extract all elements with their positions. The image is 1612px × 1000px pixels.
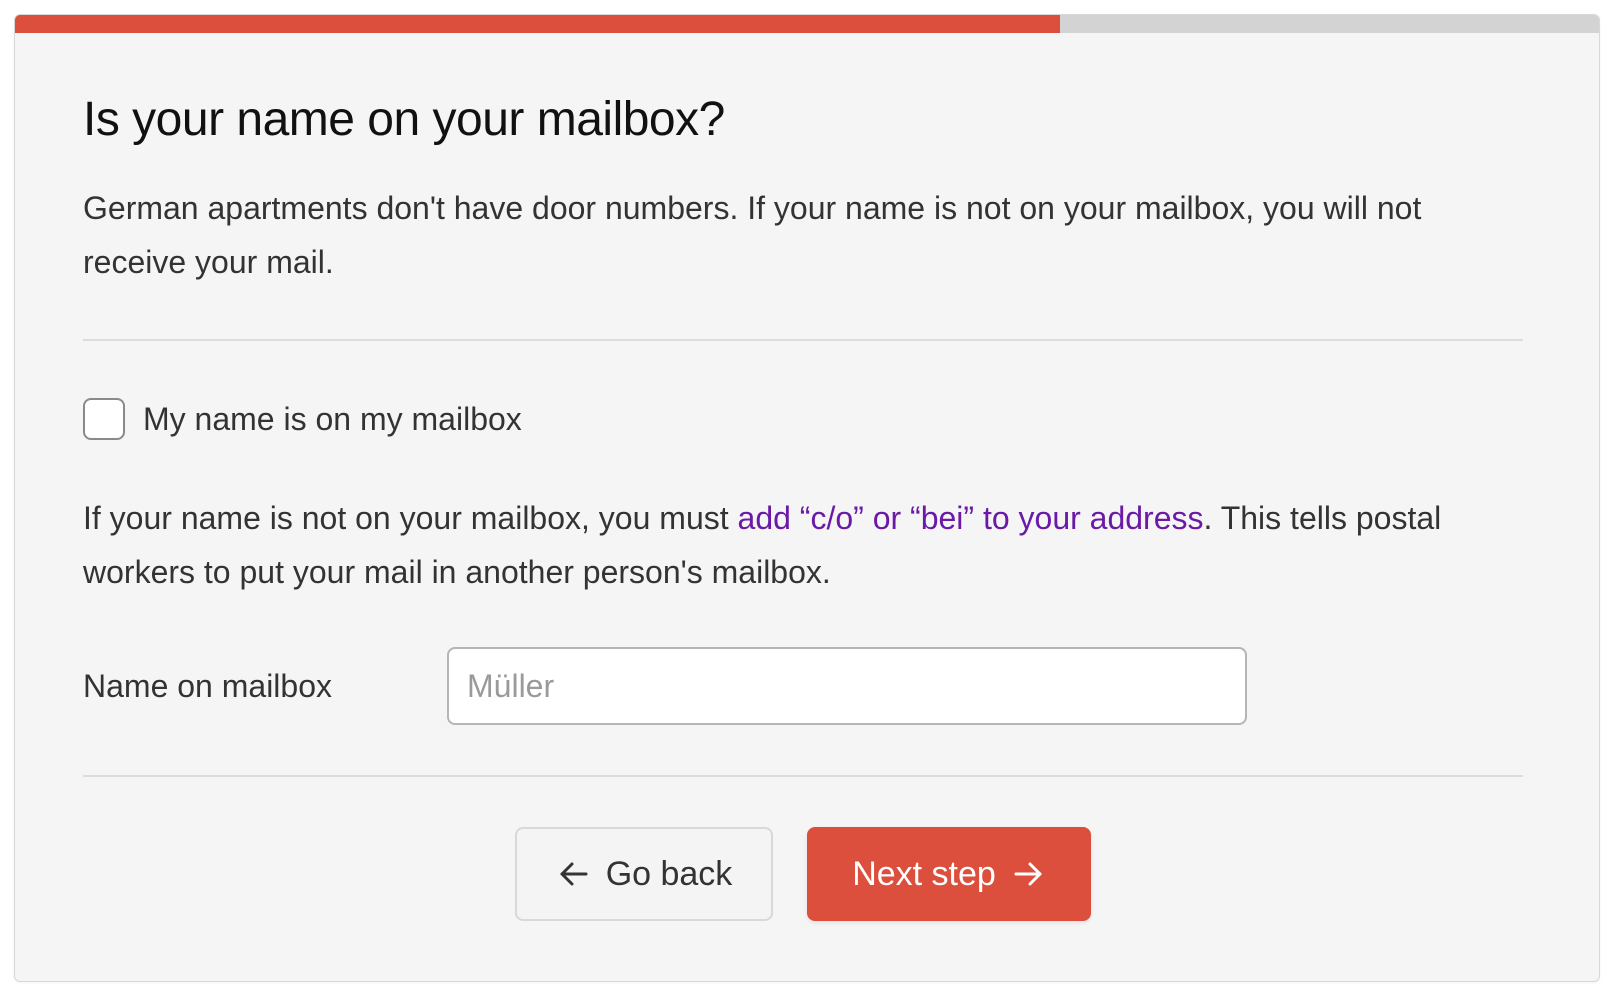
- next-step-button[interactable]: Next step: [807, 827, 1091, 921]
- form-content: Is your name on your mailbox? German apa…: [83, 33, 1549, 921]
- intro-text: German apartments don't have door number…: [83, 190, 1422, 280]
- arrow-right-icon: [1010, 856, 1046, 892]
- mailbox-name-input[interactable]: [447, 647, 1247, 725]
- progress-bar-fill: [15, 15, 1061, 33]
- address-help-link[interactable]: add “c/o” or “bei” to your address: [738, 500, 1204, 536]
- mailbox-checkbox-row[interactable]: My name is on my mailbox: [83, 397, 1549, 441]
- navigation-buttons: Go back Next step: [83, 827, 1523, 921]
- divider: [83, 339, 1523, 341]
- mailbox-checkbox[interactable]: [83, 398, 125, 440]
- form-card: Is your name on your mailbox? German apa…: [14, 14, 1600, 982]
- arrow-left-icon: [556, 856, 592, 892]
- mailbox-name-label: Name on mailbox: [83, 667, 332, 704]
- mailbox-checkbox-label[interactable]: My name is on my mailbox: [143, 401, 522, 438]
- next-step-label: Next step: [852, 854, 996, 893]
- page-title: Is your name on your mailbox?: [83, 93, 725, 146]
- go-back-label: Go back: [605, 854, 733, 893]
- go-back-button[interactable]: Go back: [515, 827, 773, 921]
- mailbox-name-field-row: Name on mailbox: [83, 647, 1549, 725]
- progress-bar: [15, 15, 1599, 33]
- explanation-text: If your name is not on your mailbox, you…: [83, 491, 1503, 599]
- explanation-text-start: If your name is not on your mailbox, you…: [83, 500, 738, 536]
- divider: [83, 775, 1523, 777]
